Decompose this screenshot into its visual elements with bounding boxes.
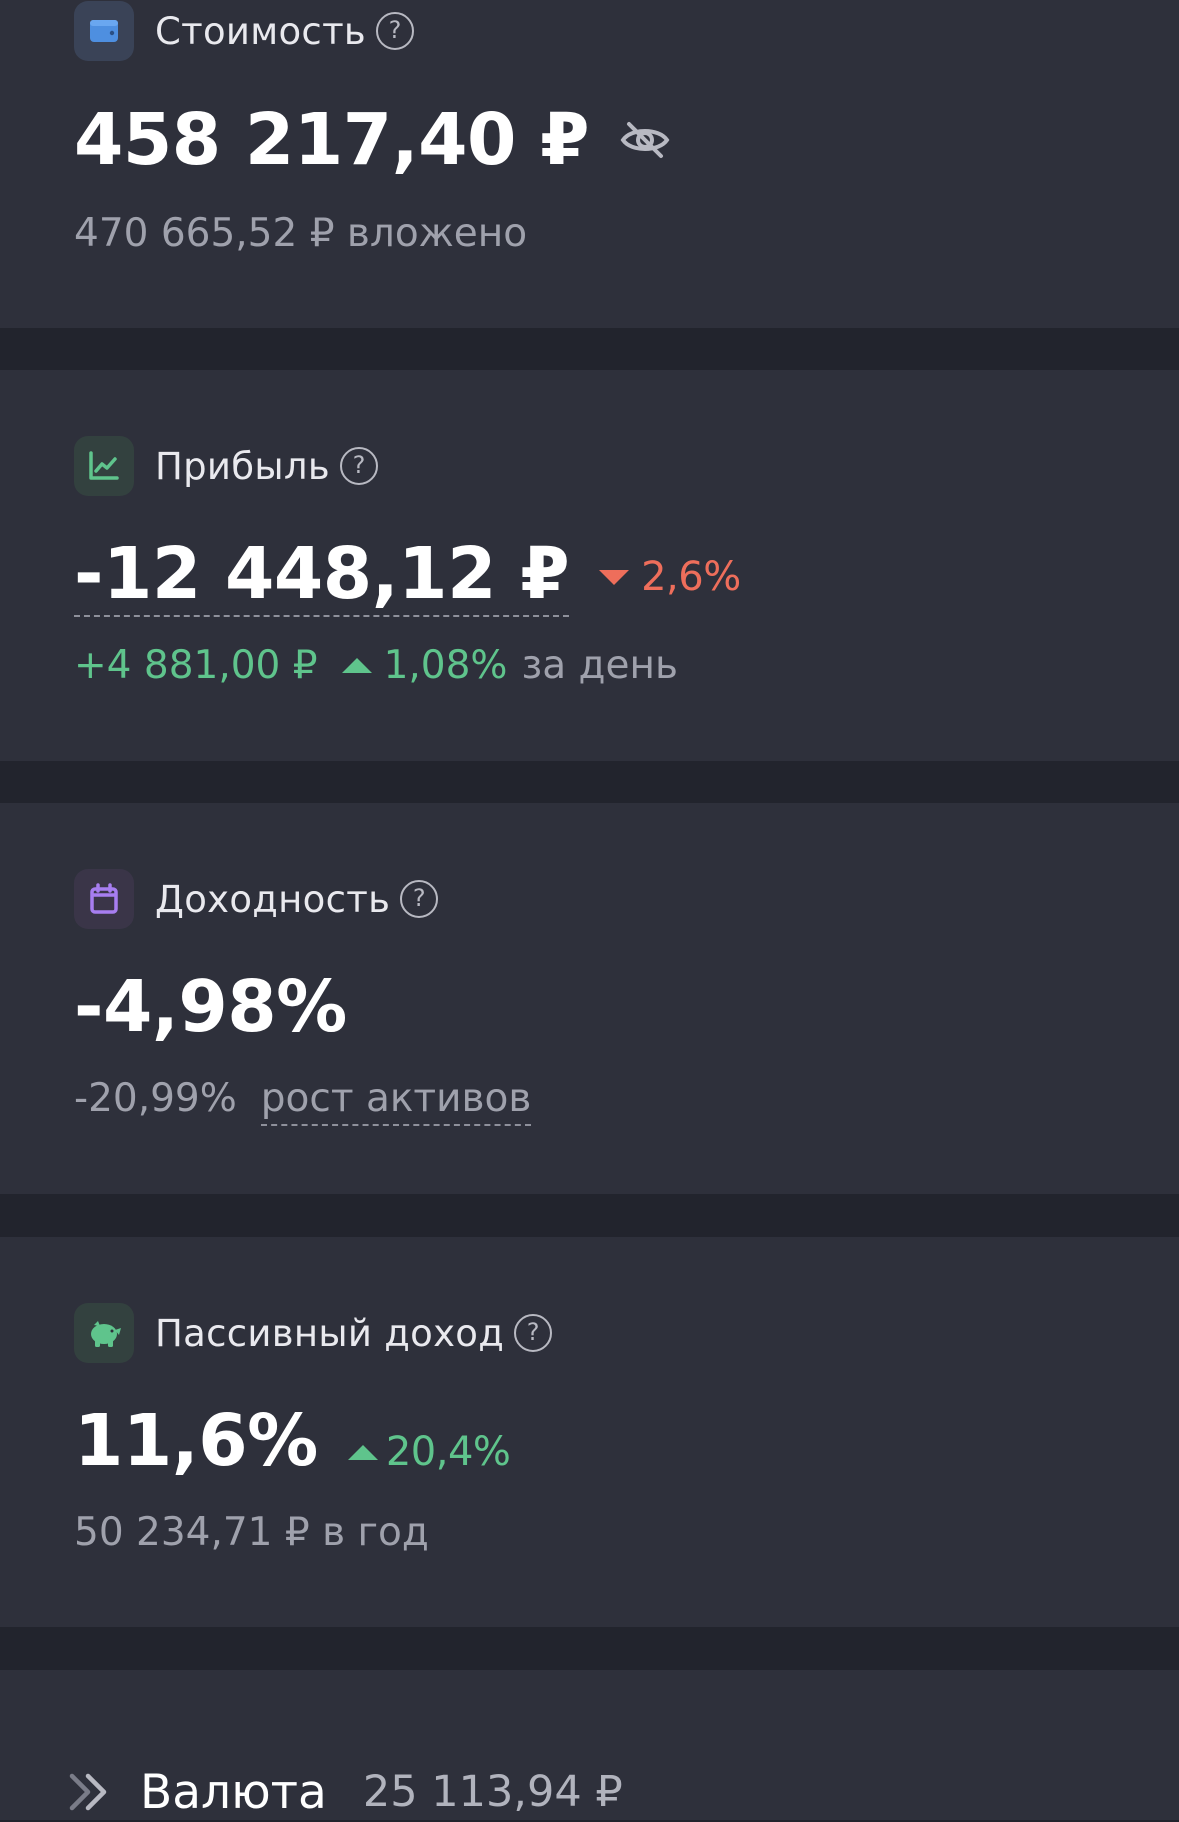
profit-value-row: -12 448,12 ₽ 2,6% (74, 538, 741, 617)
passive-income-change: 20,4% (347, 1429, 511, 1475)
profit-header: Прибыль ? (74, 436, 378, 496)
yield-card: Доходность ? -4,98% -20,99% рост активов (0, 803, 1179, 1194)
profit-day-row: +4 881,00 ₽ 1,08% за день (74, 646, 678, 685)
help-icon[interactable]: ? (339, 447, 378, 485)
yield-title: Доходность (155, 877, 391, 921)
calendar-icon (74, 869, 134, 929)
eye-off-icon[interactable] (619, 120, 671, 160)
triangle-up-icon (341, 658, 372, 673)
cost-value-text: 458 217,40 ₽ (74, 98, 590, 181)
passive-income-card: Пассивный доход ? 11,6% 20,4% 50 234,71 … (0, 1237, 1179, 1627)
triangle-up-icon (347, 1444, 378, 1460)
passive-income-change-percent: 20,4% (385, 1429, 511, 1475)
currency-row[interactable]: Валюта 25 113,94 ₽ (0, 1670, 1179, 1820)
cost-card: Стоимость ? 458 217,40 ₽ 470 665,52 ₽ вл… (0, 0, 1179, 328)
passive-income-value: 11,6% (74, 1399, 318, 1482)
asset-growth-value: -20,99% (74, 1076, 237, 1121)
profit-value[interactable]: -12 448,12 ₽ (74, 538, 570, 617)
help-icon[interactable]: ? (514, 1314, 553, 1352)
currency-label: Валюта (140, 1764, 327, 1820)
help-icon[interactable]: ? (400, 880, 439, 918)
triangle-down-icon (599, 569, 630, 585)
cost-title: Стоимость (155, 9, 367, 53)
asset-growth-row: -20,99% рост активов (74, 1076, 532, 1126)
profit-title: Прибыль (155, 444, 330, 488)
profit-day-percent: 1,08% (383, 643, 508, 688)
profit-card: Прибыль ? -12 448,12 ₽ 2,6% +4 881,00 ₽ … (0, 370, 1179, 761)
invested-amount: 470 665,52 ₽ вложено (74, 211, 528, 256)
passive-income-header: Пассивный доход ? (74, 1303, 553, 1363)
chevron-double-right-icon (68, 1772, 110, 1812)
currency-row-content: Валюта 25 113,94 ₽ (68, 1762, 623, 1822)
piggy-bank-icon (74, 1303, 134, 1363)
passive-income-value-row: 11,6% 20,4% (74, 1399, 511, 1482)
help-icon[interactable]: ? (376, 12, 415, 50)
yield-value: -4,98% (74, 965, 347, 1048)
asset-growth-link[interactable]: рост активов (260, 1079, 532, 1126)
cost-header: Стоимость ? (74, 1, 415, 61)
chart-icon (74, 436, 134, 496)
profit-day-value: +4 881,00 ₽ (74, 643, 318, 688)
passive-income-per-year: 50 234,71 ₽ в год (74, 1510, 429, 1555)
profit-change: 2,6% (599, 557, 741, 597)
profit-day-label: за день (521, 643, 678, 688)
currency-value: 25 113,94 ₽ (362, 1767, 623, 1817)
yield-header: Доходность ? (74, 869, 439, 929)
cost-value: 458 217,40 ₽ (74, 104, 671, 175)
wallet-icon (74, 1, 134, 61)
passive-income-title: Пассивный доход (155, 1311, 505, 1355)
profit-change-percent: 2,6% (641, 554, 741, 600)
